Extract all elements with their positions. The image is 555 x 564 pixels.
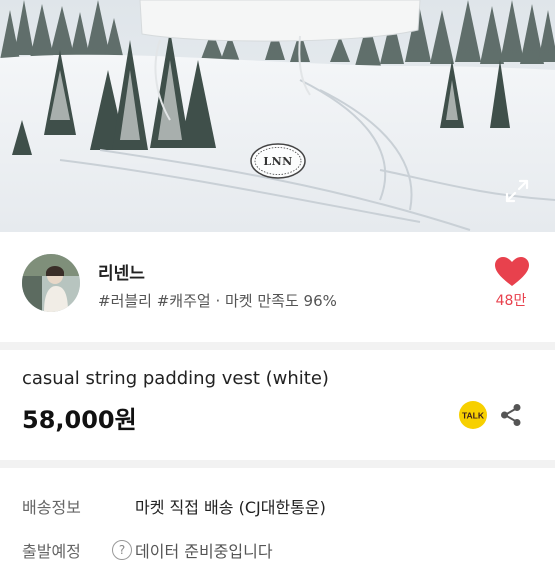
seller-tags: #러블리 #캐주얼 · 마켓 만족도 96% <box>98 292 337 310</box>
shipping-method-value: 마켓 직접 배송 (CJ대한통운) <box>135 498 326 517</box>
product-hero-image[interactable]: LNN <box>0 0 555 232</box>
like-count: 48만 <box>495 293 527 309</box>
brand-logo-text: LNN <box>263 154 293 168</box>
product-title: casual string padding vest (white) <box>22 368 329 389</box>
section-divider <box>0 342 555 350</box>
avatar-photo <box>22 254 80 312</box>
heart-icon[interactable] <box>494 256 530 288</box>
expand-icon[interactable] <box>504 178 530 204</box>
help-icon[interactable]: ? <box>112 540 132 560</box>
shipping-method-row: 배송정보 마켓 직접 배송 (CJ대한통운) <box>22 494 542 520</box>
shipping-info-section: 배송정보 마켓 직접 배송 (CJ대한통운) 출발예정 ? 데이터 준비중입니다 <box>0 468 555 561</box>
shipping-method-label: 배송정보 <box>22 498 81 517</box>
product-price: 58,000원 <box>22 406 137 434</box>
section-divider <box>0 460 555 468</box>
seller-info-section: 리넨느 #러블리 #캐주얼 · 마켓 만족도 96% 48만 <box>0 232 555 342</box>
departure-schedule-label: 출발예정 <box>22 542 81 561</box>
seller-name[interactable]: 리넨느 <box>98 259 145 284</box>
seller-avatar[interactable] <box>22 254 80 312</box>
kakao-talk-icon[interactable]: TALK <box>458 400 488 430</box>
talk-label: TALK <box>462 411 485 421</box>
share-icon[interactable] <box>498 402 524 428</box>
departure-schedule-value: 데이터 준비중입니다 <box>135 542 273 561</box>
departure-schedule-row: 출발예정 ? 데이터 준비중입니다 <box>22 538 542 564</box>
product-summary-section: casual string padding vest (white) 58,00… <box>0 350 555 460</box>
snow-scene-illustration <box>0 0 555 232</box>
